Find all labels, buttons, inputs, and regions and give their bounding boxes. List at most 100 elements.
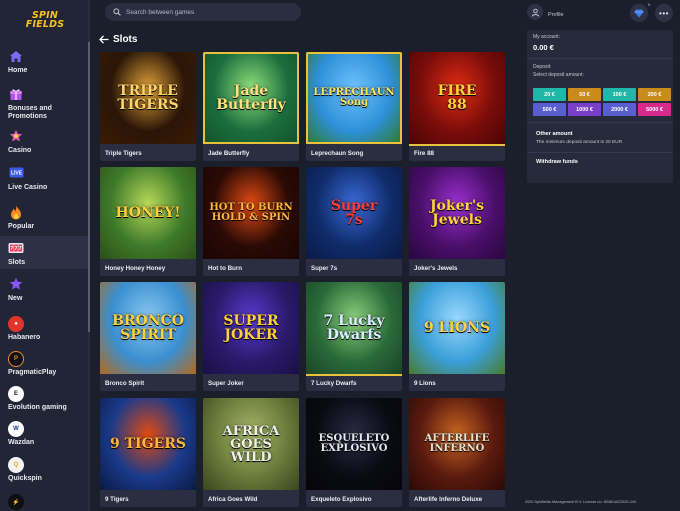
game-card[interactable]: ESQUELETO EXPLOSIVO Exqueleto Explosivo (306, 398, 402, 507)
game-card[interactable]: 9 LIONS 9 Lions (409, 282, 505, 391)
withdraw-funds-link[interactable]: Withdraw funds (536, 159, 578, 165)
sidebar-item-quickspin[interactable]: Q Quickspin (0, 457, 88, 487)
game-title[interactable]: 9 Tigers (105, 496, 129, 503)
game-title[interactable]: 9 Lions (414, 380, 436, 387)
deposit-amount-button[interactable]: 5000 € (638, 103, 671, 116)
page-heading: Slots (98, 33, 137, 45)
live-icon: LIVE (8, 165, 24, 181)
game-thumbnail[interactable]: AFTERLIFE INFERNO (409, 398, 505, 490)
sidebar-item-home[interactable]: Home (0, 48, 88, 82)
sidebar-item-bonuses[interactable]: Bonuses and Promotions (0, 86, 88, 120)
sidebar-item-slots[interactable]: 777 Slots (0, 236, 88, 269)
game-card[interactable]: BRONCO SPIRIT Bronco Spirit (100, 282, 196, 391)
deposit-label: Deposit: (533, 64, 552, 70)
game-card[interactable]: SUPER JOKER Super Joker (203, 282, 299, 391)
game-title[interactable]: 7 Lucky Dwarfs (311, 380, 356, 387)
game-thumbnail[interactable]: ESQUELETO EXPLOSIVO (306, 398, 402, 490)
profile-label[interactable]: Profile (548, 12, 564, 18)
game-card[interactable]: 9 TIGERS 9 Tigers (100, 398, 196, 507)
sidebar-item-habanero[interactable]: ● Habanero (0, 316, 88, 346)
search-input[interactable] (126, 8, 296, 16)
sidebar-item-popular[interactable]: Popular (0, 204, 88, 234)
main-content: Slots TRIPLE TIGERS Triple Tigers Jade But… (90, 24, 520, 511)
brand-logo[interactable]: SPIN FIELDS (16, 8, 74, 40)
game-art-title: Super 7s (330, 198, 378, 228)
search-box[interactable] (105, 3, 301, 21)
game-title[interactable]: Jade Butterfly (208, 150, 249, 157)
game-card[interactable]: Joker's Jewels Joker's Jewels (409, 167, 505, 276)
game-title[interactable]: Africa Goes Wild (208, 496, 257, 503)
game-title[interactable]: Leprechaun Song (311, 150, 363, 157)
sidebar-item-pragmaticplay[interactable]: P PragmaticPlay (0, 351, 88, 381)
sidebar-item-label: Slots (8, 259, 26, 266)
rewards-button[interactable] (630, 4, 648, 22)
game-card[interactable]: LEPRECHAUN Song Leprechaun Song (306, 52, 402, 161)
game-title[interactable]: Joker's Jewels (414, 265, 457, 272)
game-title[interactable]: Triple Tigers (105, 150, 142, 157)
sidebar-item-label: Wazdan (8, 439, 35, 446)
game-title[interactable]: Afterlife Inferno Deluxe (414, 496, 482, 503)
more-menu-button[interactable]: ••• (655, 4, 673, 22)
game-title[interactable]: Bronco Spirit (105, 380, 144, 387)
game-thumbnail[interactable]: Super 7s (306, 167, 402, 259)
game-title[interactable]: Honey Honey Honey (105, 265, 165, 272)
game-card[interactable]: HOT TO BURN HOLD & SPIN Hot to Burn (203, 167, 299, 276)
sidebar-item-evolution-gaming[interactable]: E Evolution gaming (0, 386, 88, 416)
gift-icon (8, 86, 24, 102)
sidebar-item-more-provider[interactable]: ⚡ (0, 494, 88, 511)
game-thumbnail[interactable]: FIRE 88 (409, 52, 505, 146)
game-thumbnail[interactable]: SUPER JOKER (203, 282, 299, 374)
game-title[interactable]: Super Joker (208, 380, 244, 387)
sidebar-item-label: Home (8, 67, 28, 74)
game-thumbnail[interactable]: TRIPLE TIGERS (100, 52, 196, 144)
other-amount-link[interactable]: Other amount (536, 131, 573, 137)
game-title[interactable]: Exqueleto Explosivo (311, 496, 372, 503)
top-bar (90, 0, 520, 24)
game-card[interactable]: AFRICA GOES WILD Africa Goes Wild (203, 398, 299, 507)
evolution-logo-icon: E (8, 386, 24, 402)
game-card[interactable]: FIRE 88 Fire 88 (409, 52, 505, 161)
game-thumbnail[interactable]: Jade Butterfly (203, 52, 299, 144)
game-art-title: LEPRECHAUN Song (313, 87, 395, 108)
game-thumbnail[interactable]: 9 TIGERS (100, 398, 196, 490)
sidebar-item-label: New (8, 295, 23, 302)
game-thumbnail[interactable]: LEPRECHAUN Song (306, 52, 402, 144)
deposit-amount-button[interactable]: 1000 € (568, 103, 601, 116)
back-arrow-icon[interactable] (98, 33, 110, 45)
game-title[interactable]: Fire 88 (414, 150, 434, 157)
game-thumbnail[interactable]: 7 Lucky Dwarfs (306, 282, 402, 376)
deposit-amount-button[interactable]: 500 € (533, 103, 566, 116)
game-title[interactable]: Hot to Burn (208, 265, 242, 272)
deposit-amount-button[interactable]: 20 € (533, 88, 566, 101)
game-card[interactable]: Jade Butterfly Jade Butterfly (203, 52, 299, 161)
deposit-amount-button[interactable]: 200 € (638, 88, 671, 101)
sidebar-item-wazdan[interactable]: W Wazdan (0, 421, 88, 451)
game-thumbnail[interactable]: HONEY! (100, 167, 196, 259)
diamond-icon (634, 9, 644, 17)
sidebar-item-casino[interactable]: Casino (0, 128, 88, 158)
game-thumbnail[interactable]: HOT TO BURN HOLD & SPIN (203, 167, 299, 259)
avatar[interactable] (527, 4, 543, 20)
game-art-title: 9 LIONS (423, 320, 491, 336)
game-thumbnail[interactable]: 9 LIONS (409, 282, 505, 374)
game-card[interactable]: Super 7s Super 7s (306, 167, 402, 276)
game-title[interactable]: Super 7s (311, 265, 337, 272)
game-card[interactable]: TRIPLE TIGERS Triple Tigers (100, 52, 196, 161)
search-icon (113, 3, 121, 21)
game-card[interactable]: AFTERLIFE INFERNO Afterlife Inferno Delux… (409, 398, 505, 507)
game-thumbnail[interactable]: AFRICA GOES WILD (203, 398, 299, 490)
casino-icon (8, 128, 24, 144)
sidebar-item-live-casino[interactable]: LIVE Live Casino (0, 165, 88, 195)
wazdan-logo-icon: W (8, 421, 24, 437)
game-thumbnail[interactable]: Joker's Jewels (409, 167, 505, 259)
deposit-amount-button[interactable]: 2000 € (603, 103, 636, 116)
game-card[interactable]: HONEY! Honey Honey Honey (100, 167, 196, 276)
sidebar-item-label: Quickspin (8, 475, 42, 482)
game-thumbnail[interactable]: BRONCO SPIRIT (100, 282, 196, 374)
deposit-amount-button[interactable]: 50 € (568, 88, 601, 101)
game-art-title: AFTERLIFE INFERNO (424, 433, 490, 454)
deposit-amount-button[interactable]: 100 € (603, 88, 636, 101)
sidebar-item-new[interactable]: New (0, 276, 88, 306)
game-art-title: HOT TO BURN HOLD & SPIN (209, 202, 293, 223)
game-card[interactable]: 7 Lucky Dwarfs 7 Lucky Dwarfs (306, 282, 402, 391)
